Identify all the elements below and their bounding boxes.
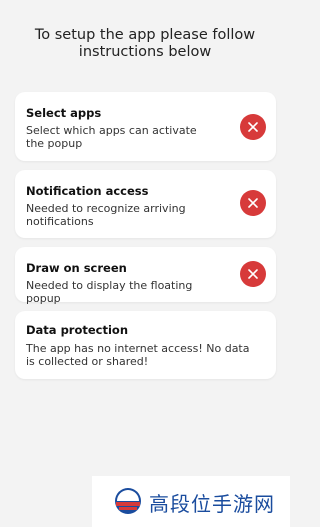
draw-on-screen-card[interactable]: Draw on screen Needed to display the flo… bbox=[15, 247, 276, 305]
close-icon bbox=[248, 122, 258, 132]
watermark-text: 高段位手游网 bbox=[149, 492, 275, 516]
data-protection-card: Data protection The app has no internet … bbox=[15, 311, 276, 379]
close-icon bbox=[248, 198, 258, 208]
data-protection-description: The app has no internet access! No data … bbox=[26, 342, 250, 368]
notification-access-description: Needed to recognize arriving notificatio… bbox=[26, 202, 186, 228]
setup-instructions-title: To setup the app please follow instructi… bbox=[34, 27, 256, 60]
watermark-banner: 高段位手游网 bbox=[92, 476, 290, 527]
draw-on-screen-description: Needed to display the floating popup bbox=[26, 279, 193, 305]
data-protection-title: Data protection bbox=[26, 323, 129, 337]
notification-access-card[interactable]: Notification access Needed to recognize … bbox=[15, 170, 276, 238]
draw-on-screen-title: Draw on screen bbox=[26, 261, 127, 275]
select-apps-title: Select apps bbox=[26, 106, 102, 120]
watermark-logo-icon bbox=[115, 488, 141, 514]
select-apps-status-button[interactable] bbox=[240, 114, 266, 140]
select-apps-card[interactable]: Select apps Select which apps can activa… bbox=[15, 92, 276, 161]
close-icon bbox=[248, 269, 258, 279]
draw-on-screen-status-button[interactable] bbox=[240, 261, 266, 287]
notification-access-title: Notification access bbox=[26, 184, 149, 198]
notification-access-status-button[interactable] bbox=[240, 190, 266, 216]
select-apps-description: Select which apps can activate the popup bbox=[26, 124, 197, 150]
